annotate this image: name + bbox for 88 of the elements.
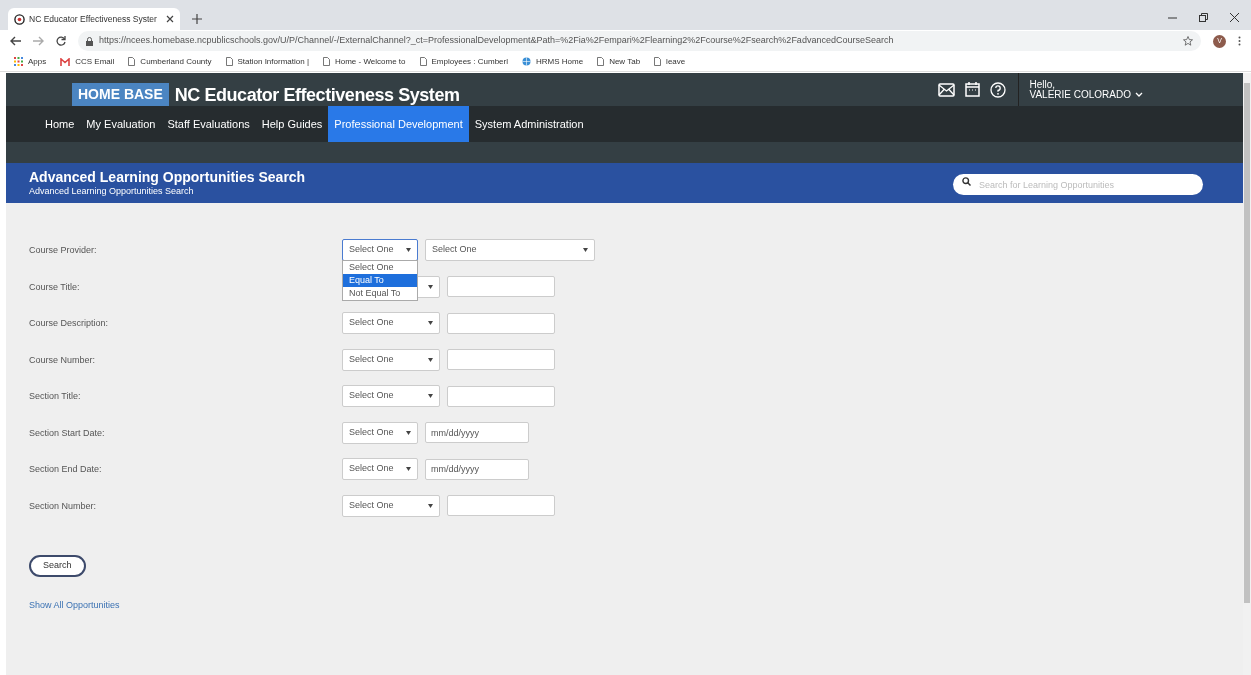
- app-title: NC Educator Effectiveness System: [174, 84, 460, 105]
- operator-dropdown[interactable]: Select One: [342, 385, 440, 407]
- apps-grid-icon: [14, 57, 23, 66]
- lock-icon: [86, 36, 93, 46]
- search-icon: [962, 176, 971, 186]
- page-icon: [597, 57, 605, 66]
- field-label: Course Title:: [29, 280, 81, 294]
- browser-tab[interactable]: NC Educator Effectiveness Syster: [8, 8, 180, 30]
- bookmark[interactable]: Cumberland County: [128, 55, 212, 68]
- bookmark[interactable]: Home - Welcome to: [322, 55, 406, 68]
- caret-icon: [428, 357, 433, 362]
- show-all-link[interactable]: Show All Opportunities: [29, 600, 120, 610]
- operator-dropdown[interactable]: Select One: [342, 421, 418, 444]
- caret-icon: [428, 284, 433, 289]
- caret-icon: [406, 430, 411, 435]
- page-icon: [128, 57, 136, 66]
- star-icon[interactable]: [1183, 36, 1193, 46]
- search-field[interactable]: Search for Learning Opportunities: [953, 174, 1203, 196]
- reload-icon[interactable]: [56, 36, 66, 46]
- bookmark[interactable]: Employees : Cumberl: [419, 55, 508, 68]
- nav-item[interactable]: Staff Evaluations: [161, 106, 256, 142]
- bookmark[interactable]: New Tab: [597, 55, 641, 68]
- nav-item[interactable]: Professional Development: [328, 106, 469, 142]
- text-field[interactable]: [447, 276, 555, 297]
- restore-icon[interactable]: [1199, 13, 1208, 22]
- field-label: Section Start Date:: [29, 426, 106, 440]
- tab-title: NC Educator Effectiveness Syster: [29, 12, 157, 26]
- text-field[interactable]: [447, 349, 555, 370]
- tab-favicon-icon: [14, 13, 25, 25]
- nav-item[interactable]: Home: [39, 106, 81, 142]
- search-button[interactable]: Search: [29, 555, 86, 577]
- bookmark[interactable]: HRMS Home: [522, 55, 584, 68]
- operator-dropdown[interactable]: Select One: [342, 458, 418, 480]
- date-field[interactable]: mm/dd/yyyy: [425, 458, 529, 480]
- new-tab-icon[interactable]: [192, 14, 202, 24]
- field-label: Course Provider:: [29, 244, 98, 257]
- operator-dropdown[interactable]: Select One: [342, 239, 418, 261]
- page-icon: [419, 57, 427, 66]
- page-subtitle: Advanced Learning Opportunities Search: [29, 185, 195, 197]
- mail-icon[interactable]: [938, 82, 956, 97]
- back-arrow-icon[interactable]: [10, 36, 21, 46]
- dropdown-option[interactable]: Equal To: [343, 274, 417, 287]
- text-field[interactable]: [447, 495, 555, 516]
- nav-item[interactable]: Help Guides: [255, 106, 329, 142]
- nav-item[interactable]: My Evaluation: [80, 106, 162, 142]
- operator-dropdown[interactable]: Select One: [342, 312, 440, 334]
- field-label: Section Title:: [29, 390, 82, 403]
- text-field[interactable]: [447, 385, 555, 407]
- calendar-icon[interactable]: [965, 82, 981, 97]
- field-label: Course Description:: [29, 317, 110, 330]
- caret-icon: [428, 503, 433, 508]
- field-label: Course Number:: [29, 353, 97, 367]
- dropdown-option[interactable]: Select One: [343, 261, 417, 274]
- bookmark[interactable]: leave: [654, 55, 686, 68]
- bookmark[interactable]: Station Information |: [225, 55, 309, 68]
- value-dropdown[interactable]: Select One: [425, 239, 595, 261]
- caret-icon: [406, 467, 411, 471]
- mail-icon: [60, 57, 71, 66]
- greeting-text: Hello,: [1029, 79, 1056, 90]
- page-icon: [322, 57, 330, 66]
- field-label: Section Number:: [29, 499, 98, 513]
- text-field[interactable]: [447, 312, 555, 334]
- url-text: https://ncees.homebase.ncpublicschools.gov/U/P/Channel/-/ExternalChannel?_ct=ProfessionalDevelopment&Path=%2Fia%2Fempari%2Flearning2%2Fcourse%2Fsearch%2FadvancedCourseSearch: [99, 34, 894, 48]
- caret-icon: [428, 394, 433, 398]
- caret-icon: [406, 248, 411, 252]
- close-icon[interactable]: [166, 15, 174, 23]
- bookmark[interactable]: CCS Email: [60, 55, 115, 68]
- help-icon[interactable]: [990, 81, 1007, 98]
- page-icon: [654, 57, 662, 66]
- field-label: Section End Date:: [29, 463, 103, 476]
- bookmark[interactable]: Apps: [14, 55, 47, 68]
- dropdown-option[interactable]: Not Equal To: [343, 287, 417, 300]
- chevron-down-icon: [1135, 92, 1143, 97]
- scrollbar[interactable]: [1243, 73, 1251, 675]
- nav-item[interactable]: System Administration: [468, 106, 590, 142]
- menu-icon[interactable]: [1238, 36, 1241, 46]
- close-icon[interactable]: [1230, 13, 1239, 22]
- page-title: Advanced Learning Opportunities Search: [29, 169, 306, 185]
- address-bar[interactable]: https://ncees.homebase.ncpublicschools.gov/U/P/Channel/-/ExternalChannel?_ct=ProfessionalDevelopment&Path=%2Fia%2Fempari%2Flearning2%2Fcourse%2Fsearch%2FadvancedCourseSearch: [78, 31, 1201, 51]
- operator-dropdown[interactable]: Select One: [342, 348, 440, 371]
- caret-icon: [428, 321, 433, 325]
- caret-icon: [583, 248, 588, 252]
- user-menu[interactable]: VALERIE COLORADO: [1029, 89, 1143, 100]
- globe-icon: [522, 57, 531, 66]
- logo[interactable]: HOME BASE: [72, 83, 169, 106]
- operator-dropdown[interactable]: Select One: [342, 494, 440, 517]
- page-icon: [225, 57, 233, 66]
- date-field[interactable]: mm/dd/yyyy: [425, 422, 529, 443]
